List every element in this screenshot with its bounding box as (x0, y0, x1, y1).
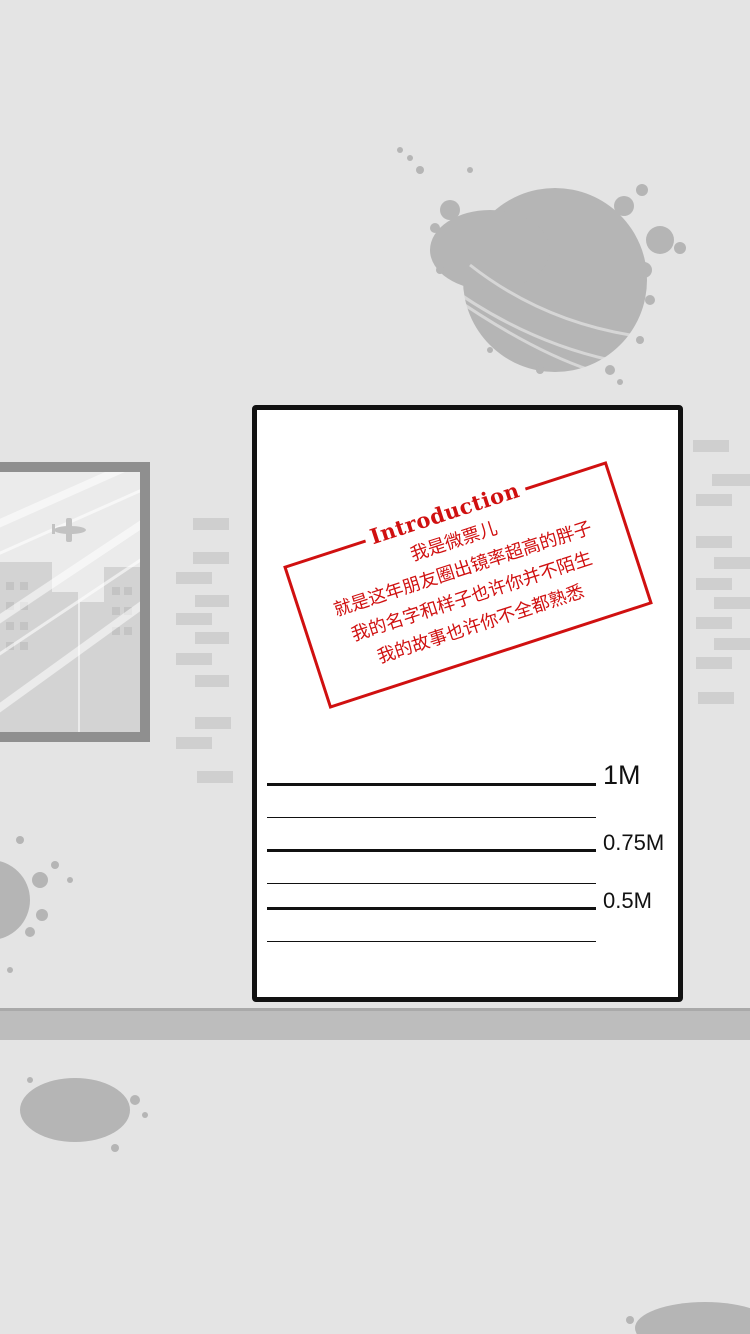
brick (176, 737, 212, 749)
ruler-label-05m: 0.5M (603, 888, 652, 913)
ink-blot-icon (626, 1302, 750, 1334)
brick (195, 717, 231, 729)
brick (193, 552, 229, 564)
ruler-line (267, 941, 596, 942)
brick (714, 557, 750, 569)
brick (195, 632, 229, 644)
brick (176, 613, 212, 625)
ruler-line-1m (267, 783, 596, 786)
window (0, 462, 150, 742)
ruler-line-075m (267, 849, 596, 852)
brick (195, 675, 229, 687)
brick (696, 494, 732, 506)
city-view (0, 472, 140, 732)
brick (693, 440, 729, 452)
brick (176, 653, 212, 665)
brick (712, 474, 750, 486)
brick (696, 617, 732, 629)
ruler-line (267, 883, 596, 884)
ink-blot-icon (397, 147, 686, 385)
ruler-label-075m: 0.75M (603, 830, 665, 855)
plane-icon (52, 518, 86, 542)
ink-blot-icon (20, 1077, 148, 1152)
brick (197, 771, 233, 783)
ruler-label-1m: 1M (603, 760, 641, 790)
brick (176, 572, 212, 584)
ink-blot-icon (0, 836, 73, 973)
floor-strip (0, 1008, 750, 1040)
brick (696, 536, 732, 548)
brick (714, 597, 750, 609)
brick (195, 595, 229, 607)
brick (698, 692, 734, 704)
brick (696, 578, 732, 590)
ruler-line-05m (267, 907, 596, 910)
ruler-line (267, 817, 596, 818)
brick (696, 657, 732, 669)
brick (714, 638, 750, 650)
brick (193, 518, 229, 530)
